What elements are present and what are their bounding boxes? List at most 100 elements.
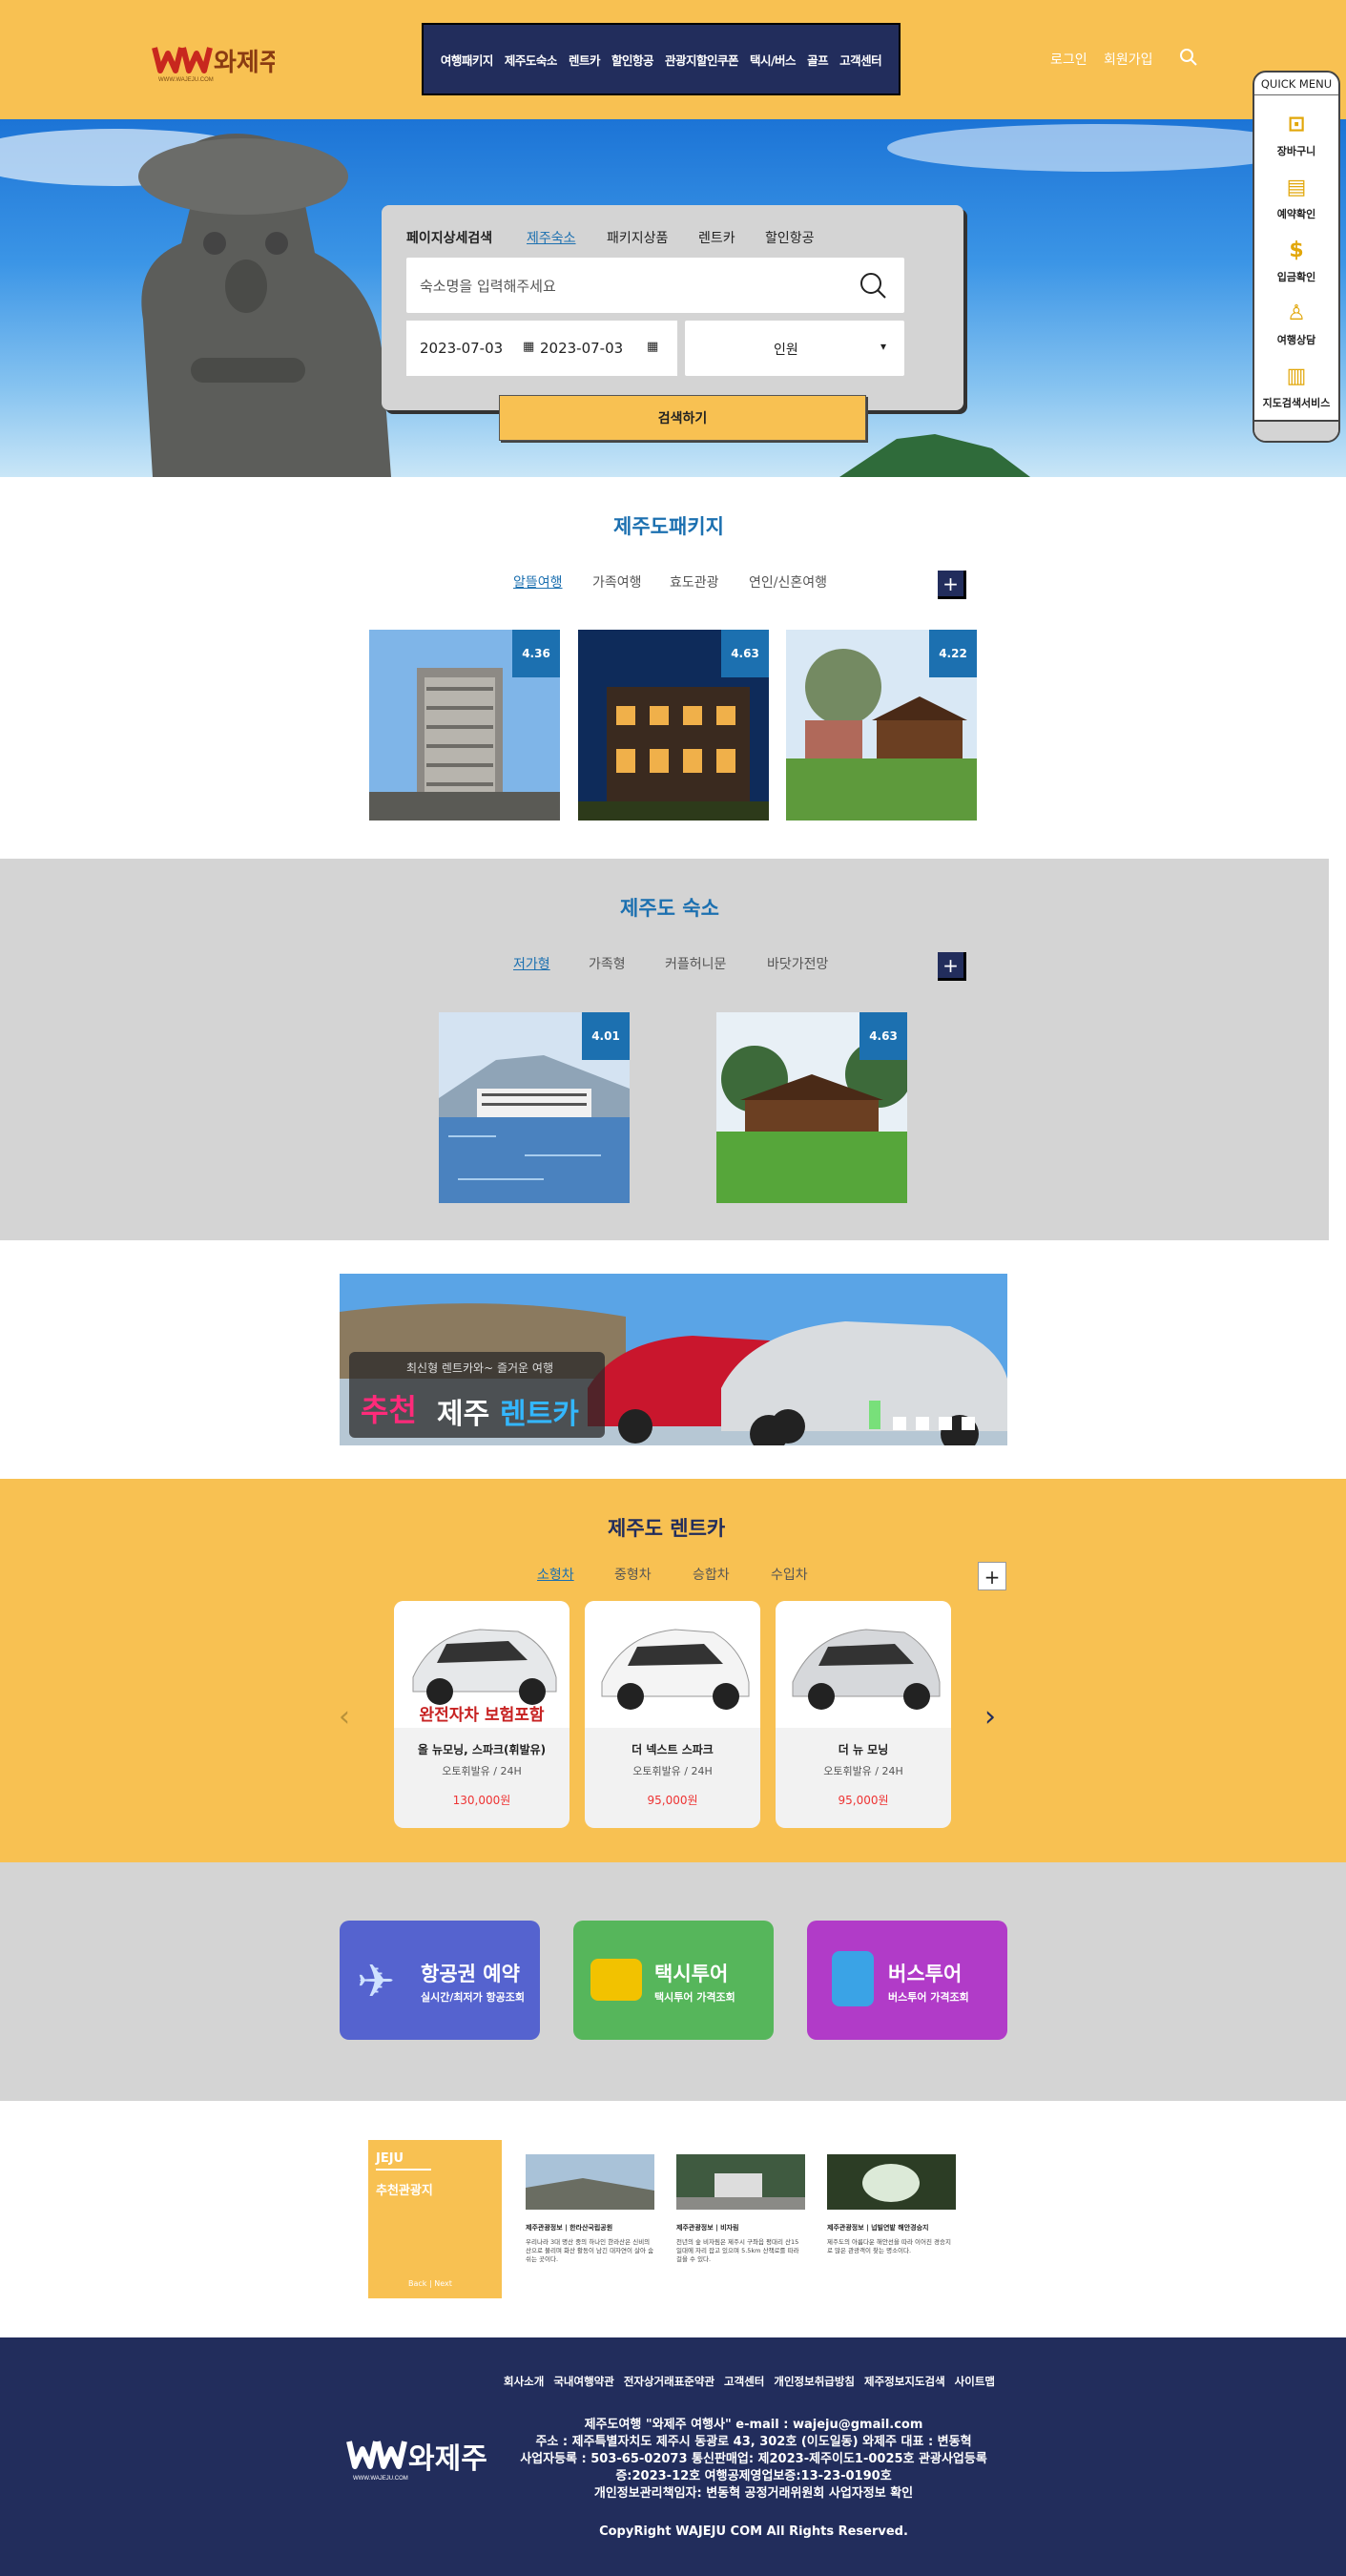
package-tab-budget[interactable]: 알뜰여행 (513, 572, 563, 592)
package-card[interactable]: 4.63 (578, 630, 769, 821)
rentcar-banner[interactable]: 최신형 렌트카와~ 즐거운 여행 추천 제주 렌트카 (340, 1274, 1007, 1445)
nav-item-golf[interactable]: 골프 (807, 51, 829, 69)
lodging-tab-budget[interactable]: 저가형 (513, 954, 550, 973)
nav-item-taxi-bus[interactable]: 택시/버스 (750, 51, 797, 69)
car-spec: 오토휘발유 / 24H (632, 1765, 713, 1777)
tourist-label-box: JEJU 추천관광지 Back | Next (368, 2140, 502, 2298)
nav-item-lodging[interactable]: 제주도숙소 (505, 51, 558, 69)
chevron-right-icon[interactable]: › (984, 1700, 996, 1734)
slide-indicator[interactable] (962, 1417, 975, 1430)
package-card[interactable]: 4.22 (786, 630, 977, 821)
rating-badge: 4.63 (859, 1012, 907, 1060)
search-panel: 페이지상세검색 제주숙소 패키지상품 렌트카 할인항공 숙소명을 입력해주세요 … (382, 205, 963, 410)
lodging-card[interactable]: 4.01 (439, 1012, 630, 1203)
nav-item-support[interactable]: 고객센터 (839, 51, 882, 69)
lodging-tab-family[interactable]: 가족형 (589, 954, 626, 973)
banner-title-3: 렌트카 (500, 1398, 579, 1431)
taxi-icon (590, 1959, 642, 2001)
lodging-more-button[interactable]: + (938, 952, 966, 981)
calendar-icon[interactable]: ▦ (523, 340, 534, 354)
rentcar-card[interactable]: 더 뉴 모닝 오토휘발유 / 24H 95,000원 (776, 1601, 951, 1828)
people-select[interactable]: 인원 ▾ (685, 321, 904, 376)
package-section-title: 제주도패키지 (613, 515, 724, 538)
footer-link-terms[interactable]: 국내여행약관 (553, 2374, 613, 2389)
rating-badge: 4.36 (512, 630, 560, 677)
quick-item-cart[interactable]: ⊡ 장바구니 (1254, 111, 1338, 158)
nav-item-flight[interactable]: 할인항공 (611, 51, 654, 69)
package-tab-filial[interactable]: 효도관광 (670, 572, 719, 592)
building-map-icon: ▥ (1286, 364, 1307, 388)
footer-link-privacy[interactable]: 개인정보취급방침 (774, 2374, 855, 2389)
rentcar-more-button[interactable]: + (978, 1562, 1006, 1590)
search-tab-flight[interactable]: 할인항공 (765, 228, 815, 247)
rentcar-card[interactable]: 더 넥스트 스파크 오토휘발유 / 24H 95,000원 (585, 1601, 760, 1828)
rentcar-tab-midsize[interactable]: 중형차 (614, 1565, 652, 1584)
search-button[interactable]: 검색하기 (499, 395, 866, 441)
tourist-nav[interactable]: Back | Next (408, 2279, 452, 2288)
quick-menu-title: QUICK MENU (1254, 73, 1338, 95)
rentcar-tab-import[interactable]: 수입차 (771, 1565, 808, 1584)
quick-item-map-search[interactable]: ▥ 지도검색서비스 (1254, 363, 1338, 410)
lodging-tab-honeymoon[interactable]: 커플허니문 (665, 954, 726, 973)
calendar-check-icon: ▤ (1286, 176, 1307, 199)
tourist-card[interactable]: 제주관광정보 | 비자림 천년의 숲 비자림은 제주시 구좌읍 평대리 산15 … (676, 2154, 805, 2264)
footer-logo[interactable]: 와제주 WWW.WAJEJU.COM (345, 2428, 498, 2485)
footer-link-company[interactable]: 회사소개 (504, 2374, 544, 2389)
package-tab-couple[interactable]: 연인/신혼여행 (749, 572, 827, 592)
car-photo (585, 1601, 760, 1728)
footer-link-support[interactable]: 고객센터 (724, 2374, 764, 2389)
lodging-tab-oceanview[interactable]: 바닷가전망 (767, 954, 828, 973)
flight-booking-button[interactable]: ✈ 항공권 예약 실시간/최저가 항공조회 (340, 1921, 540, 2040)
bus-icon (832, 1951, 874, 2006)
search-tab-rentcar[interactable]: 렌트카 (698, 228, 735, 247)
taxi-tour-button[interactable]: 택시투어 택시투어 가격조회 (573, 1921, 774, 2040)
car-name: 더 넥스트 스파크 (632, 1743, 714, 1756)
service-title: 택시투어 (654, 1963, 729, 1985)
nav-item-package[interactable]: 여행패키지 (441, 51, 494, 69)
slide-indicator[interactable] (916, 1417, 929, 1430)
copyright: CopyRight WAJEJU COM All Rights Reserved… (599, 2524, 908, 2539)
login-link[interactable]: 로그인 (1050, 50, 1087, 69)
footer-link-ecommerce[interactable]: 전자상거래표준약관 (624, 2374, 714, 2389)
checkin-date-field[interactable]: 2023-07-03 ▦ (406, 321, 542, 376)
checkout-date-field[interactable]: 2023-07-03 ▦ (538, 321, 677, 376)
footer-link-map[interactable]: 제주정보지도검색 (864, 2374, 945, 2389)
tourist-card[interactable]: 제주관광정보 | 한라산국립공원 우리나라 3대 명산 중의 하나인 한라산은 … (526, 2154, 654, 2264)
lodging-card[interactable]: 4.63 (716, 1012, 907, 1203)
signup-link[interactable]: 회원가입 (1104, 50, 1153, 69)
calendar-icon[interactable]: ▦ (647, 340, 658, 354)
insurance-badge: 완전자차 보험포함 (419, 1706, 545, 1725)
lodging-search-input[interactable]: 숙소명을 입력해주세요 (406, 258, 904, 313)
search-tab-package[interactable]: 패키지상품 (607, 228, 668, 247)
rentcar-tab-van[interactable]: 승합차 (693, 1565, 730, 1584)
footer-info-line: 개인정보관리책임자: 변동혁 공정거래위원회 사업자정보 확인 (593, 2486, 914, 2501)
nav-item-coupon[interactable]: 관광지할인쿠폰 (665, 51, 739, 69)
slide-indicator[interactable] (939, 1417, 952, 1430)
shopping-bag-icon: ⊡ (1287, 113, 1306, 136)
footer-info-line: 사업자등록 : 503-65-02073 통신판매업: 제2023-제주이도1-… (520, 2452, 987, 2466)
service-title: 항공권 예약 (421, 1963, 520, 1985)
rating-badge: 4.01 (582, 1012, 630, 1060)
quick-item-consult[interactable]: ♙ 여행상담 (1254, 300, 1338, 347)
chevron-left-icon[interactable]: ‹ (339, 1700, 350, 1734)
slide-indicator[interactable] (893, 1417, 906, 1430)
package-card[interactable]: 4.36 (369, 630, 560, 821)
package-tab-family[interactable]: 가족여행 (592, 572, 642, 592)
service-title: 버스투어 (888, 1963, 963, 1985)
car-photo: 완전자차 보험포함 (394, 1601, 569, 1728)
quick-item-payment[interactable]: $ 입금확인 (1254, 237, 1338, 284)
nav-item-rentcar[interactable]: 렌트카 (569, 51, 601, 69)
quick-item-reservation[interactable]: ▤ 예약확인 (1254, 174, 1338, 221)
site-logo[interactable]: 와제주 WWW.WAJEJU.COM (151, 36, 282, 84)
package-more-button[interactable]: + (938, 571, 966, 599)
tourist-card[interactable]: 제주관광정보 | 넙빌연밭 해안경승지 제주도의 아름다운 해안선을 따라 이어… (827, 2154, 956, 2255)
search-icon[interactable] (859, 271, 887, 303)
search-tab-lodging[interactable]: 제주숙소 (527, 228, 576, 247)
rentcar-card[interactable]: 완전자차 보험포함 올 뉴모닝, 스파크(휘발유) 오토휘발유 / 24H 13… (394, 1601, 569, 1828)
bus-tour-button[interactable]: 버스투어 버스투어 가격조회 (807, 1921, 1007, 2040)
search-icon[interactable] (1179, 48, 1198, 71)
tourist-photo (827, 2154, 956, 2210)
slide-indicator-active[interactable] (869, 1401, 880, 1429)
rentcar-tab-compact[interactable]: 소형차 (537, 1565, 574, 1584)
footer-link-sitemap[interactable]: 사이트맵 (955, 2374, 995, 2389)
